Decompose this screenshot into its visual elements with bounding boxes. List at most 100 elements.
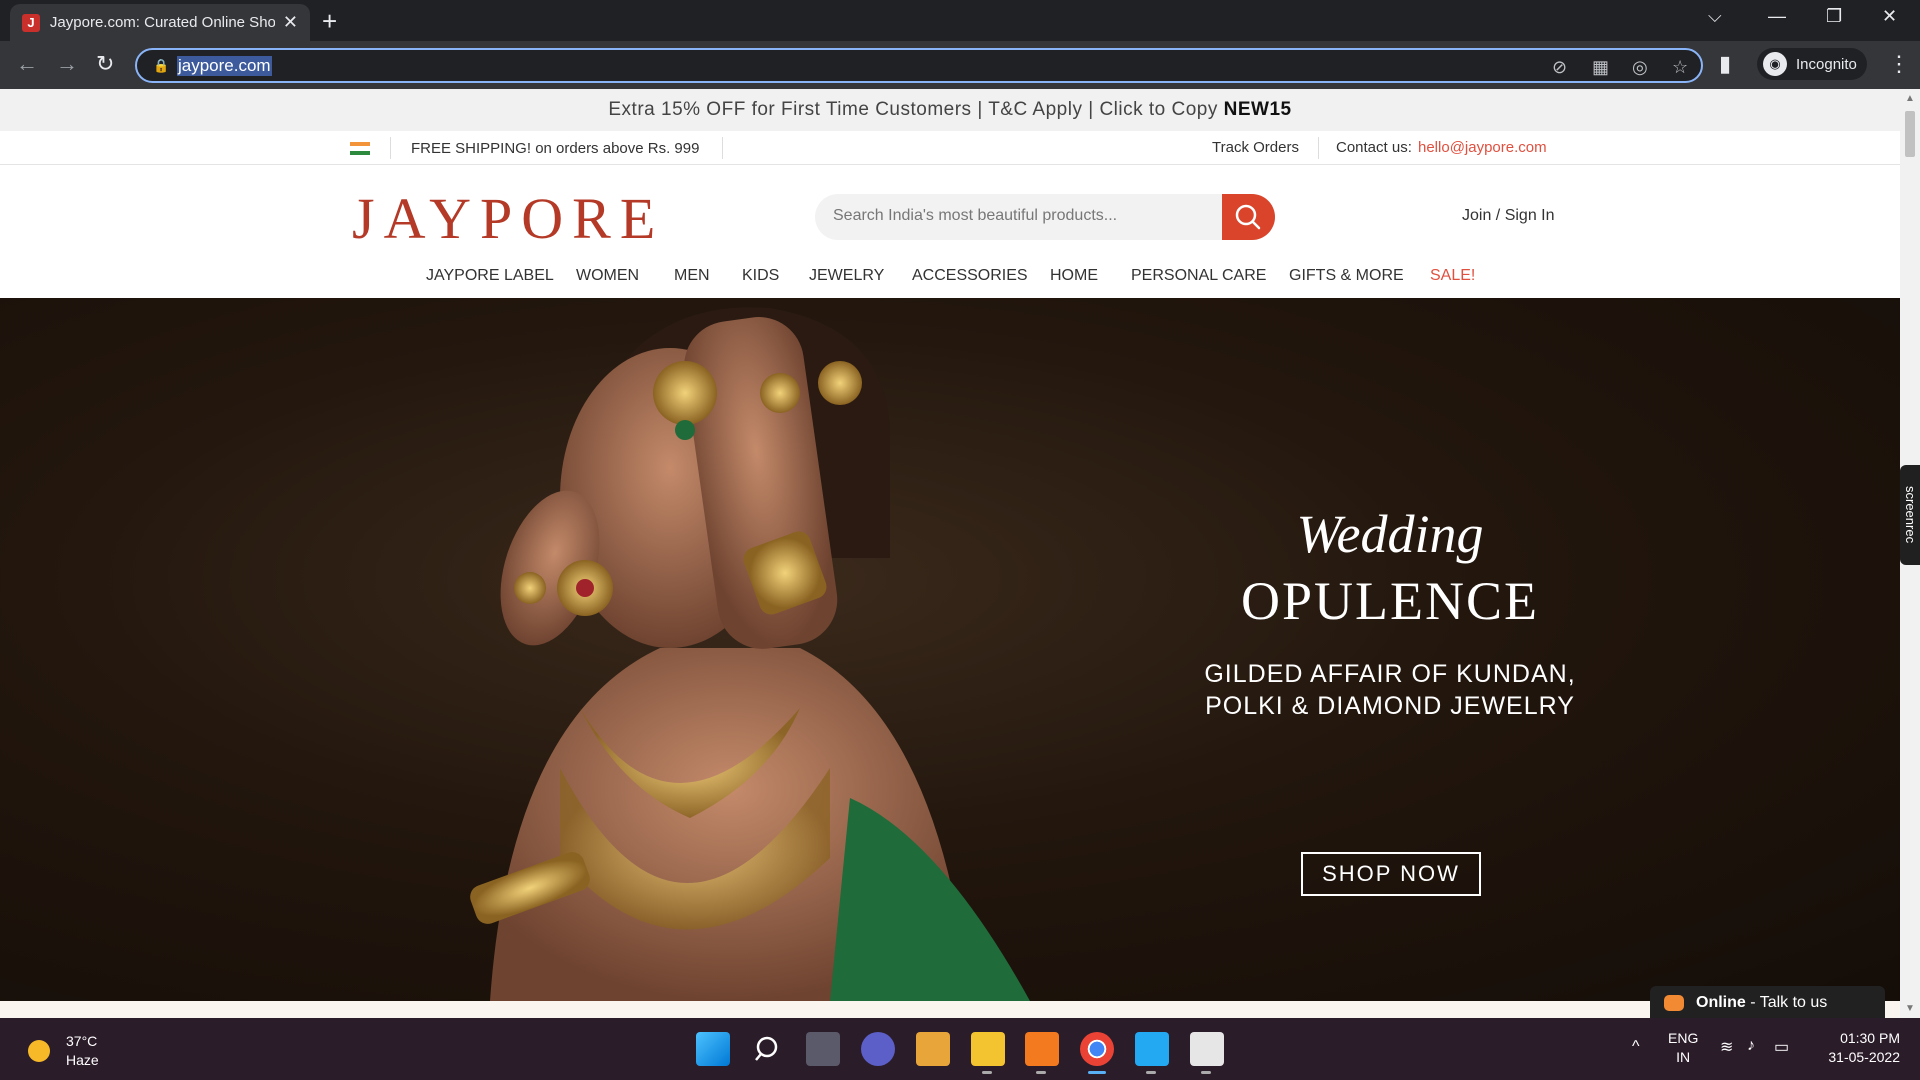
tab-search-chevron-icon[interactable]: ⌵ (1708, 6, 1722, 27)
window-close-icon[interactable]: ✕ (1882, 6, 1897, 27)
hero-title-wedding: Wedding (1296, 504, 1484, 564)
xampp-icon[interactable] (1025, 1032, 1059, 1066)
nav-home[interactable]: HOME (1050, 267, 1098, 285)
nav-personal-care[interactable]: PERSONAL CARE (1131, 267, 1266, 285)
chat-bubble-icon (1664, 995, 1684, 1011)
search-bar[interactable]: Search India's most beautiful products..… (815, 194, 1275, 240)
sublime-text-icon[interactable] (916, 1032, 950, 1066)
task-view-icon[interactable] (806, 1032, 840, 1066)
address-bar-url[interactable]: jaypore.com (177, 56, 272, 76)
nav-women[interactable]: WOMEN (576, 267, 639, 285)
web-page: Extra 15% OFF for First Time Customers |… (0, 89, 1900, 1018)
contact-label: Contact us: (1336, 139, 1412, 156)
teams-chat-icon[interactable] (861, 1032, 895, 1066)
running-indicator (1146, 1071, 1156, 1074)
india-flag-icon[interactable] (350, 142, 370, 155)
section-divider (0, 1001, 1900, 1018)
language-indicator[interactable]: ENG IN (1668, 1029, 1698, 1067)
browser-toolbar: ← → ↻ 🔒 jaypore.com ⊘ ▦ ◎ ☆ ▮ ◉ Incognit… (0, 41, 1920, 89)
screenrec-tab[interactable]: screenrec (1900, 465, 1920, 565)
scroll-up-icon[interactable]: ▲ (1905, 93, 1915, 104)
browser-tab-strip: J Jaypore.com: Curated Online Sho ✕ + ⌵ … (0, 0, 1920, 41)
search-button[interactable] (1222, 194, 1275, 240)
incognito-icon: ◉ (1763, 52, 1787, 76)
nav-accessories[interactable]: ACCESSORIES (912, 267, 1028, 285)
system-clock[interactable]: 01:30 PM 31-05-2022 (1812, 1029, 1900, 1067)
tracking-blocked-eye-icon[interactable]: ◎ (1632, 57, 1648, 78)
restore-icon[interactable]: ❐ (1826, 6, 1842, 27)
region-code: IN (1676, 1049, 1691, 1065)
weather-widget[interactable]: 37°C Haze (28, 1032, 99, 1070)
windows-start-icon[interactable] (696, 1032, 730, 1066)
model-with-jewelry-image (470, 307, 1030, 1001)
chat-text: - Talk to us (1745, 994, 1828, 1011)
shop-now-button[interactable]: SHOP NOW (1301, 852, 1481, 896)
bookmark-star-icon[interactable]: ☆ (1672, 57, 1688, 78)
weather-condition: Haze (66, 1052, 99, 1068)
nav-jewelry[interactable]: JEWELRY (809, 267, 884, 285)
weather-temperature: 37°C (66, 1033, 98, 1049)
file-explorer-icon[interactable] (971, 1032, 1005, 1066)
free-shipping-text: FREE SHIPPING! on orders above Rs. 999 (411, 140, 700, 157)
track-orders-link[interactable]: Track Orders (1212, 139, 1299, 156)
chat-status: Online (1696, 994, 1746, 1011)
new-tab-icon[interactable]: + (322, 6, 337, 37)
location-blocked-icon[interactable]: ⊘ (1552, 57, 1567, 78)
sun-haze-icon (28, 1040, 50, 1062)
clock-date: 31-05-2022 (1828, 1049, 1900, 1065)
chat-widget[interactable]: Online - Talk to us (1650, 986, 1885, 1018)
running-indicator (1036, 1071, 1046, 1074)
search-input[interactable]: Search India's most beautiful products..… (833, 207, 1117, 225)
tab-title: Jaypore.com: Curated Online Sho (49, 14, 275, 31)
qr-code-icon[interactable]: ▦ (1592, 57, 1609, 78)
battery-icon[interactable]: ▭ (1774, 1037, 1789, 1057)
windows-taskbar: 37°C Haze ^ ENG IN ≋ ♪ ▭ 01:30 PM 31-05-… (0, 1018, 1920, 1080)
hero-title-opulence: OPULENCE (1241, 571, 1539, 631)
main-nav: JAYPORE LABEL WOMEN MEN KIDS JEWELRY ACC… (0, 267, 1900, 297)
promo-text: Extra 15% OFF for First Time Customers |… (608, 99, 1218, 120)
side-panel-icon[interactable]: ▮ (1719, 51, 1731, 77)
chrome-taskbar-icon[interactable] (1080, 1032, 1114, 1066)
back-icon[interactable]: ← (16, 51, 38, 77)
snipping-tool-icon[interactable] (1190, 1032, 1224, 1066)
nav-kids[interactable]: KIDS (742, 267, 779, 285)
promo-banner[interactable]: Extra 15% OFF for First Time Customers |… (0, 89, 1900, 131)
running-indicator (982, 1071, 992, 1074)
divider (1318, 137, 1319, 159)
address-bar[interactable]: 🔒 jaypore.com ⊘ ▦ ◎ ☆ (135, 48, 1703, 83)
jaypore-favicon-icon: J (22, 13, 40, 32)
incognito-profile-button[interactable]: ◉ Incognito (1757, 48, 1867, 80)
hero-subtitle-line-1: GILDED AFFAIR OF KUNDAN, (1204, 660, 1576, 688)
browser-tab[interactable]: J Jaypore.com: Curated Online Sho ✕ (10, 4, 310, 41)
nav-men[interactable]: MEN (674, 267, 710, 285)
volume-icon[interactable]: ♪ (1747, 1037, 1755, 1055)
browser-menu-icon[interactable]: ⋮ (1888, 51, 1910, 77)
scroll-down-icon[interactable]: ▼ (1905, 1003, 1915, 1014)
reload-icon[interactable]: ↻ (96, 51, 114, 77)
search-icon (1235, 204, 1261, 230)
contact-email-link[interactable]: hello@jaypore.com (1418, 139, 1547, 156)
promo-code[interactable]: NEW15 (1224, 99, 1292, 120)
language-code: ENG (1668, 1030, 1699, 1046)
vscode-icon[interactable] (1135, 1032, 1169, 1066)
tab-close-icon[interactable]: ✕ (283, 12, 298, 33)
divider (722, 137, 723, 159)
minimize-icon[interactable]: — (1768, 6, 1786, 27)
lock-icon[interactable]: 🔒 (153, 58, 169, 74)
search-taskbar-icon[interactable] (751, 1032, 785, 1066)
nav-gifts-more[interactable]: GIFTS & MORE (1289, 267, 1404, 285)
clock-time: 01:30 PM (1840, 1030, 1900, 1046)
forward-icon[interactable]: → (56, 51, 78, 77)
info-bar: FREE SHIPPING! on orders above Rs. 999 T… (0, 131, 1900, 165)
hero-subtitle-line-2: POLKI & DIAMOND JEWELRY (1205, 692, 1575, 720)
jaypore-logo[interactable]: JAYPORE (352, 185, 664, 252)
scrollbar-thumb[interactable] (1905, 111, 1915, 157)
incognito-label: Incognito (1796, 55, 1857, 73)
nav-sale[interactable]: SALE! (1430, 267, 1475, 285)
wifi-icon[interactable]: ≋ (1720, 1037, 1733, 1057)
tray-chevron-up-icon[interactable]: ^ (1632, 1038, 1640, 1056)
nav-jaypore-label[interactable]: JAYPORE LABEL (426, 267, 554, 285)
join-sign-in-link[interactable]: Join / Sign In (1462, 207, 1555, 225)
hero-banner[interactable]: Wedding OPULENCE GILDED AFFAIR OF KUNDAN… (0, 298, 1900, 1001)
divider (390, 137, 391, 159)
